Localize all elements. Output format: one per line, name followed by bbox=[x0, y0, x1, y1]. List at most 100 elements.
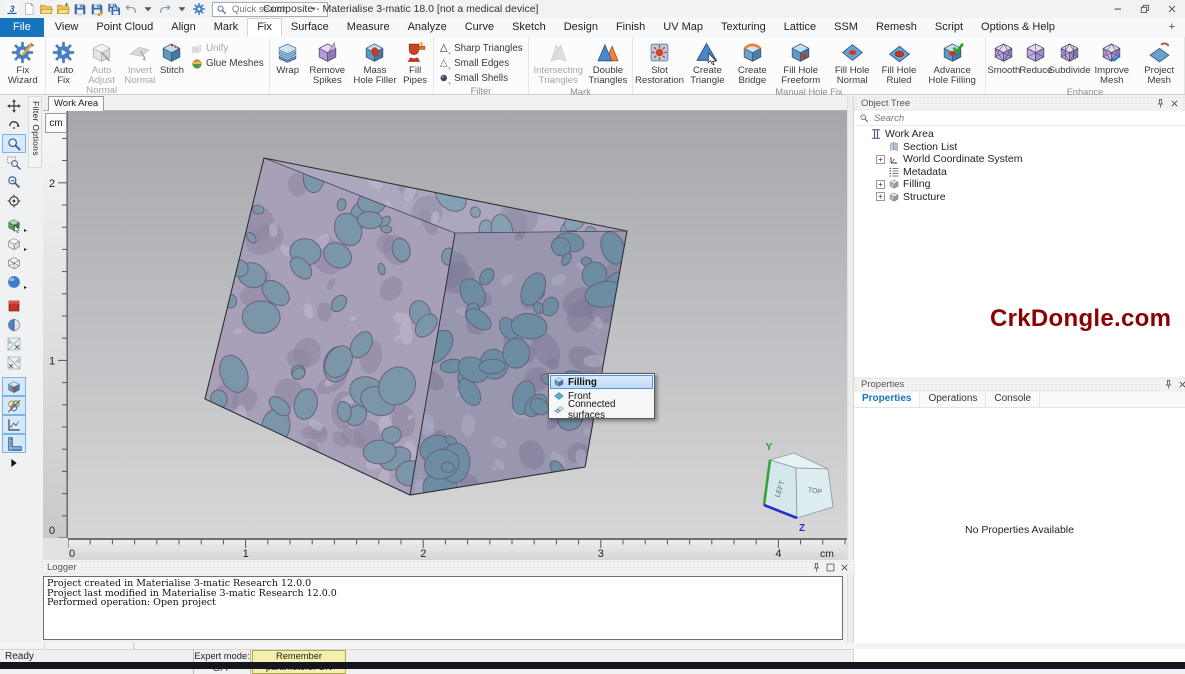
show-object-icon[interactable] bbox=[2, 377, 26, 396]
measure-ruler-icon[interactable] bbox=[2, 434, 26, 453]
menu-item-measure[interactable]: Measure bbox=[338, 18, 399, 37]
ribbon-button-project-mesh[interactable]: Project Mesh bbox=[1136, 38, 1182, 86]
menu-item-view[interactable]: View bbox=[46, 18, 88, 37]
menu-item-ssm[interactable]: SSM bbox=[825, 18, 867, 37]
ribbon-button-slot-restoration[interactable]: Slot Restoration bbox=[635, 38, 684, 86]
open-folder-icon[interactable] bbox=[38, 2, 53, 17]
filter-options-tab[interactable]: Filter Options bbox=[28, 96, 42, 168]
ribbon-button-improve-mesh[interactable]: Improve Mesh bbox=[1087, 38, 1136, 86]
app-logo-3matic[interactable]: 3 bbox=[4, 2, 19, 17]
menu-item-options-help[interactable]: Options & Help bbox=[972, 18, 1064, 37]
menu-item-surface[interactable]: Surface bbox=[282, 18, 338, 37]
menu-overflow-button[interactable]: + bbox=[1159, 18, 1185, 37]
ribbon-button-smooth[interactable]: Smooth bbox=[988, 38, 1020, 76]
solid-color-icon[interactable] bbox=[2, 296, 26, 315]
menu-item-file[interactable]: File bbox=[0, 18, 44, 37]
ribbon-button-wrap[interactable]: Wrap bbox=[272, 38, 304, 76]
ribbon-button-mass-hole-filler[interactable]: Mass Hole Filler bbox=[351, 38, 399, 86]
zoom-view-icon[interactable] bbox=[2, 134, 26, 153]
maximize-icon[interactable] bbox=[825, 562, 837, 574]
context-menu-item-connected-surfaces[interactable]: Connected surfaces bbox=[550, 403, 653, 417]
mirror-view-icon[interactable] bbox=[2, 334, 26, 353]
menu-item-script[interactable]: Script bbox=[926, 18, 972, 37]
expander-icon[interactable]: + bbox=[876, 155, 885, 164]
plot-axes-icon[interactable] bbox=[2, 415, 26, 434]
hide-shells-icon[interactable] bbox=[2, 396, 26, 415]
ribbon-button-stitch[interactable]: Stitch bbox=[156, 38, 188, 76]
zoom-window-icon[interactable] bbox=[2, 153, 26, 172]
pin-icon[interactable] bbox=[1155, 98, 1167, 110]
menu-item-design[interactable]: Design bbox=[555, 18, 607, 37]
ribbon-button-double-triangles[interactable]: Double Triangles bbox=[586, 38, 630, 86]
ribbon-button-fill-hole-ruled[interactable]: Fill Hole Ruled bbox=[877, 38, 922, 86]
minimize-button[interactable] bbox=[1104, 0, 1131, 18]
tree-item-section-list[interactable]: Section List bbox=[854, 141, 1185, 154]
restore-button[interactable] bbox=[1131, 0, 1158, 18]
close-icon[interactable] bbox=[1177, 379, 1185, 391]
close-button[interactable] bbox=[1158, 0, 1185, 18]
dropdown-arrow-icon[interactable] bbox=[174, 2, 189, 17]
tree-item-structure[interactable]: +Structure bbox=[854, 191, 1185, 204]
tab-operations[interactable]: Operations bbox=[920, 392, 986, 407]
menu-item-sketch[interactable]: Sketch bbox=[503, 18, 555, 37]
menu-item-curve[interactable]: Curve bbox=[456, 18, 503, 37]
menu-item-lattice[interactable]: Lattice bbox=[775, 18, 825, 37]
ribbon-button-reduce[interactable]: Reduce bbox=[1020, 38, 1052, 76]
ribbon-button-advance-hole-filling[interactable]: Advance Hole Filling bbox=[921, 38, 982, 86]
object-tree-search[interactable] bbox=[854, 111, 1185, 126]
ribbon-button-small-shells[interactable]: ySmall Shells bbox=[439, 72, 508, 85]
save-all-icon[interactable] bbox=[106, 2, 121, 17]
zoom-selection-icon[interactable] bbox=[2, 172, 26, 191]
tree-item-metadata[interactable]: Metadata bbox=[854, 166, 1185, 179]
ribbon-button-subdivide[interactable]: Subdivide bbox=[1052, 38, 1087, 76]
dropdown-arrow-icon[interactable] bbox=[140, 2, 155, 17]
ribbon-button-create-triangle[interactable]: Create Triangle bbox=[684, 38, 731, 86]
menu-item-mark[interactable]: Mark bbox=[205, 18, 247, 37]
ribbon-button-fill-hole-normal[interactable]: Fill Hole Normal bbox=[828, 38, 877, 86]
menu-item-finish[interactable]: Finish bbox=[607, 18, 654, 37]
ribbon-button-create-bridge[interactable]: Create Bridge bbox=[731, 38, 774, 86]
tree-search-input[interactable] bbox=[872, 112, 1096, 125]
save-as-icon[interactable] bbox=[89, 2, 104, 17]
ribbon-button-sharp-triangles[interactable]: ySharp Triangles bbox=[439, 42, 523, 55]
tab-work-area[interactable]: Work Area bbox=[48, 96, 104, 111]
menu-item-fix[interactable]: Fix bbox=[247, 18, 282, 37]
ribbon-button-glue-meshes[interactable]: Glue Meshes bbox=[191, 57, 264, 70]
expander-icon[interactable]: + bbox=[876, 180, 885, 189]
ribbon-button-fill-hole-freeform[interactable]: Fill Hole Freeform bbox=[774, 38, 828, 86]
ribbon-button-fill-pipes[interactable]: Fill Pipes bbox=[399, 38, 431, 86]
3d-scene[interactable]: LEFT TOP Y Z bbox=[68, 111, 847, 538]
expand-arrow-icon[interactable] bbox=[2, 453, 26, 472]
tab-properties[interactable]: Properties bbox=[854, 392, 920, 407]
tree-item-filling[interactable]: +Filling bbox=[854, 178, 1185, 191]
new-document-icon[interactable] bbox=[21, 2, 36, 17]
pan-view-icon[interactable] bbox=[2, 96, 26, 115]
menu-item-uv-map[interactable]: UV Map bbox=[654, 18, 712, 37]
ribbon-button-small-edges[interactable]: ySmall Edges bbox=[439, 57, 509, 70]
viewport[interactable]: 210 LEFT TOP Y Z 01234cm cm FillingFront… bbox=[43, 111, 847, 560]
context-menu-item-filling[interactable]: Filling bbox=[550, 375, 653, 389]
pin-icon[interactable] bbox=[1163, 379, 1175, 391]
background-sphere-icon[interactable]: ▸ bbox=[2, 272, 26, 291]
center-view-icon[interactable] bbox=[2, 191, 26, 210]
wireframe-view-icon[interactable] bbox=[2, 253, 26, 272]
rotate-view-icon[interactable] bbox=[2, 115, 26, 134]
menu-item-analyze[interactable]: Analyze bbox=[399, 18, 456, 37]
redo-icon[interactable] bbox=[157, 2, 172, 17]
shaded-view-icon[interactable]: ▸ bbox=[2, 234, 26, 253]
menu-item-remesh[interactable]: Remesh bbox=[867, 18, 926, 37]
settings-gear-icon[interactable] bbox=[191, 2, 206, 17]
tab-console[interactable]: Console bbox=[986, 392, 1040, 407]
pick-object-icon[interactable]: ▸ bbox=[2, 215, 26, 234]
clipping-view-icon[interactable] bbox=[2, 315, 26, 334]
mirror-view-alt-icon[interactable] bbox=[2, 353, 26, 372]
close-icon[interactable] bbox=[1169, 98, 1181, 110]
expander-icon[interactable]: + bbox=[876, 192, 885, 201]
menu-item-align[interactable]: Align bbox=[162, 18, 204, 37]
logger-output[interactable]: Project created in Materialise 3-matic R… bbox=[43, 576, 843, 640]
save-icon[interactable] bbox=[72, 2, 87, 17]
pin-icon[interactable] bbox=[811, 562, 823, 574]
tree-item-work-area[interactable]: Work Area bbox=[854, 128, 1185, 141]
close-icon[interactable] bbox=[839, 562, 851, 574]
undo-icon[interactable] bbox=[123, 2, 138, 17]
